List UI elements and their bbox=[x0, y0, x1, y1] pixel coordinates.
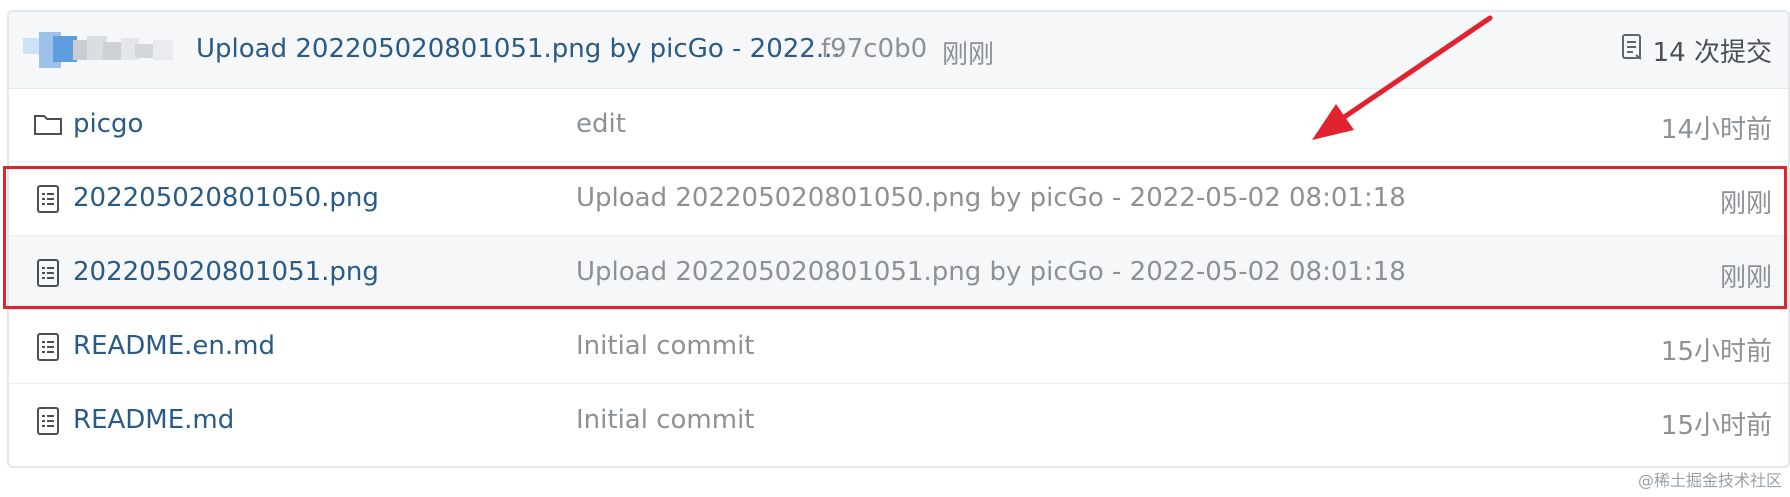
file-commit-message[interactable]: Upload 202205020801051.png by picGo - 20… bbox=[576, 257, 1406, 287]
file-age: 刚刚 bbox=[1719, 189, 1772, 219]
latest-commit-message[interactable]: Upload 202205020801051.png by picGo - 20… bbox=[196, 34, 841, 64]
latest-commit-sha[interactable]: f97c0b0 bbox=[821, 34, 927, 64]
file-commit-message[interactable]: Initial commit bbox=[576, 405, 754, 435]
latest-commit-bar: Upload 202205020801051.png by picGo - 20… bbox=[9, 12, 1788, 89]
commit-count-link[interactable]: 14 次提交 bbox=[1621, 32, 1772, 69]
file-row-picgo[interactable]: picgo edit 14小时前 bbox=[9, 88, 1788, 162]
file-row-readme[interactable]: README.md Initial commit 15小时前 bbox=[9, 384, 1788, 458]
file-commit-message[interactable]: Initial commit bbox=[576, 331, 754, 361]
file-list-panel: Upload 202205020801051.png by picGo - 20… bbox=[7, 10, 1790, 468]
file-age: 14小时前 bbox=[1660, 115, 1772, 145]
file-age: 15小时前 bbox=[1660, 411, 1772, 441]
file-name[interactable]: picgo bbox=[73, 109, 143, 139]
file-age: 15小时前 bbox=[1660, 337, 1772, 367]
file-commit-message[interactable]: Upload 202205020801050.png by picGo - 20… bbox=[576, 183, 1406, 213]
file-name[interactable]: README.md bbox=[73, 405, 234, 435]
file-name[interactable]: README.en.md bbox=[73, 331, 275, 361]
folder-icon bbox=[33, 110, 63, 140]
commit-count-label: 14 次提交 bbox=[1652, 38, 1772, 68]
latest-commit-time: 刚刚 bbox=[942, 40, 995, 70]
avatar[interactable] bbox=[23, 32, 177, 68]
file-row-202205020801050[interactable]: 202205020801050.png Upload 2022050208010… bbox=[9, 162, 1788, 236]
file-icon bbox=[33, 184, 63, 214]
file-name[interactable]: 202205020801050.png bbox=[73, 183, 379, 213]
file-row-202205020801051[interactable]: 202205020801051.png Upload 2022050208010… bbox=[9, 236, 1788, 310]
file-row-readme-en[interactable]: README.en.md Initial commit 15小时前 bbox=[9, 310, 1788, 384]
file-name[interactable]: 202205020801051.png bbox=[73, 257, 379, 287]
watermark: @稀土掘金技术社区 bbox=[1637, 471, 1782, 490]
file-icon bbox=[33, 258, 63, 288]
file-commit-message[interactable]: edit bbox=[576, 109, 626, 139]
file-icon bbox=[33, 332, 63, 362]
history-list-icon bbox=[1621, 33, 1645, 68]
file-icon bbox=[33, 406, 63, 436]
file-age: 刚刚 bbox=[1719, 263, 1772, 293]
